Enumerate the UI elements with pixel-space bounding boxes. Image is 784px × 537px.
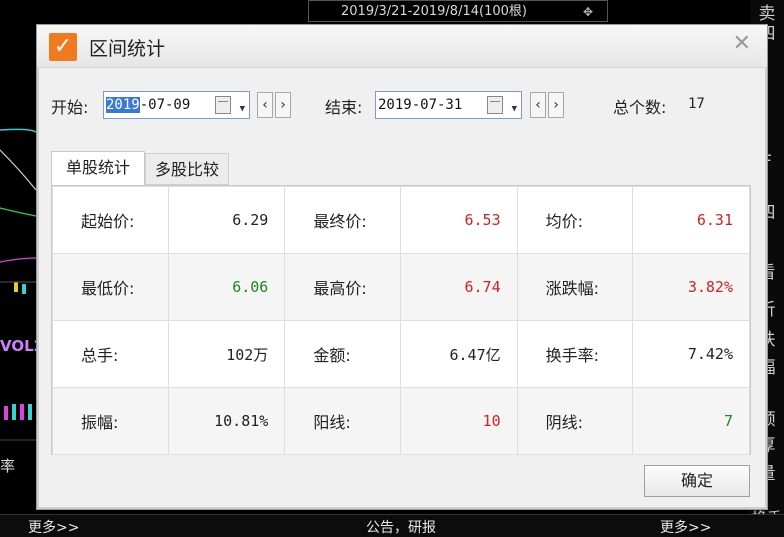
stat-value-volume: 102万 bbox=[167, 320, 286, 388]
stat-value-amplitude: 10.81% bbox=[167, 387, 286, 455]
dialog-titlebar[interactable]: ✓ 区间统计 ✕ bbox=[37, 25, 767, 68]
tab-multi-stock[interactable]: 多股比较 bbox=[145, 153, 229, 185]
calendar-icon[interactable] bbox=[215, 96, 231, 114]
dialog-title: 区间统计 bbox=[89, 38, 166, 60]
stat-value-turnover: 7.42% bbox=[632, 320, 750, 388]
stat-key-change-pct: 涨跌幅: bbox=[516, 253, 634, 321]
stat-value-high-price: 6.74 bbox=[399, 253, 518, 321]
date-range-indicator: 2019/3/21-2019/8/14(100根) ✥ bbox=[308, 0, 608, 22]
stats-row: 振幅: 10.81% 阳线: 10 阴线: 7 bbox=[52, 387, 750, 455]
chevron-down-icon[interactable]: ▼ bbox=[240, 96, 245, 122]
start-label: 开始: bbox=[51, 98, 89, 117]
more-link-left[interactable]: 更多>> bbox=[28, 517, 79, 537]
checkmark-icon: ✓ bbox=[49, 33, 77, 61]
more-link-right[interactable]: 更多>> bbox=[660, 517, 711, 537]
stats-row: 最低价: 6.06 最高价: 6.74 涨跌幅: 3.82% bbox=[52, 253, 750, 321]
stat-key-amplitude: 振幅: bbox=[52, 387, 169, 455]
stat-value-up-days: 10 bbox=[399, 387, 518, 455]
stat-key-turnover: 换手率: bbox=[516, 320, 634, 388]
bottom-info-bar: 更多>> 公告，研报 更多>> bbox=[0, 514, 784, 537]
stat-key-start-price: 起始价: bbox=[52, 186, 169, 254]
end-prev-button[interactable]: ‹ bbox=[530, 92, 546, 118]
start-prev-button[interactable]: ‹ bbox=[257, 92, 273, 118]
stat-value-low-price: 6.06 bbox=[167, 253, 286, 321]
stat-value-down-days: 7 bbox=[632, 387, 750, 455]
stats-grid: 起始价: 6.29 最终价: 6.53 均价: 6.31 最低价: 6.06 最… bbox=[51, 185, 751, 455]
end-date-field[interactable]: 2019-07-31 ▼ bbox=[375, 91, 522, 119]
end-next-button[interactable]: › bbox=[548, 92, 564, 118]
stat-key-high-price: 最高价: bbox=[284, 253, 401, 321]
start-date-rest: -07-09 bbox=[139, 97, 191, 113]
chevron-down-icon[interactable]: ▼ bbox=[512, 96, 517, 122]
stat-key-avg-price: 均价: bbox=[516, 186, 634, 254]
total-count-value: 17 bbox=[688, 96, 705, 112]
tab-single-stock[interactable]: 单股统计 bbox=[51, 151, 145, 185]
calendar-icon[interactable] bbox=[487, 96, 503, 114]
stat-key-down-days: 阴线: bbox=[516, 387, 634, 455]
close-icon[interactable]: ✕ bbox=[733, 31, 751, 56]
announcement-research-label[interactable]: 公告，研报 bbox=[366, 517, 436, 537]
end-label: 结束: bbox=[325, 98, 363, 117]
stat-value-final-price: 6.53 bbox=[399, 186, 518, 254]
ok-button[interactable]: 确定 bbox=[644, 465, 750, 497]
left-rate-label: 率 bbox=[0, 457, 16, 475]
stats-row: 总手: 102万 金额: 6.47亿 换手率: 7.42% bbox=[52, 320, 750, 388]
total-count-label: 总个数: bbox=[613, 98, 667, 117]
stat-key-low-price: 最低价: bbox=[52, 253, 169, 321]
interval-statistics-dialog: ✓ 区间统计 ✕ 开始: 2019-07-09 ▼ ‹ › 结束: 2019-0… bbox=[36, 24, 768, 510]
stats-table: 起始价: 6.29 最终价: 6.53 均价: 6.31 最低价: 6.06 最… bbox=[52, 186, 750, 455]
stat-key-amount: 金额: bbox=[284, 320, 401, 388]
stat-value-amount: 6.47亿 bbox=[399, 320, 518, 388]
start-date-field[interactable]: 2019-07-09 ▼ bbox=[103, 91, 250, 119]
stat-value-avg-price: 6.31 bbox=[632, 186, 750, 254]
stat-key-volume: 总手: bbox=[52, 320, 169, 388]
stat-key-up-days: 阳线: bbox=[284, 387, 401, 455]
stat-value-start-price: 6.29 bbox=[167, 186, 286, 254]
stats-row: 起始价: 6.29 最终价: 6.53 均价: 6.31 bbox=[52, 186, 750, 254]
stat-key-final-price: 最终价: bbox=[284, 186, 401, 254]
start-year-selected: 2019 bbox=[106, 97, 140, 113]
stat-value-change-pct: 3.82% bbox=[632, 253, 750, 321]
start-next-button[interactable]: › bbox=[275, 92, 291, 118]
